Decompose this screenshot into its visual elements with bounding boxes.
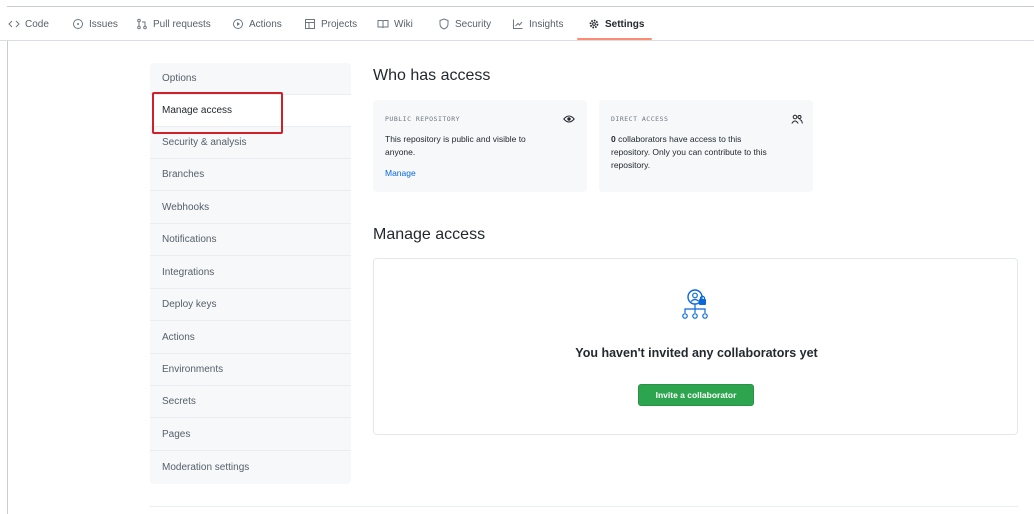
play-icon [232, 18, 244, 30]
tab-wiki-label: Wiki [394, 18, 413, 30]
window-frame-left [7, 6, 8, 514]
eye-icon [563, 111, 575, 129]
sidebar-item-webhooks[interactable]: Webhooks [150, 192, 351, 224]
tab-settings[interactable]: Settings [588, 7, 644, 41]
tab-pull-requests[interactable]: Pull requests [136, 7, 211, 41]
direct-access-label: DIRECT ACCESS [611, 115, 669, 123]
collaborators-lock-icon [677, 287, 717, 332]
direct-access-text-rest: collaborators have access to this [615, 134, 742, 144]
sidebar-item-label: Branches [162, 169, 205, 180]
sidebar-item-moderation-settings[interactable]: Moderation settings [150, 451, 351, 483]
repo-nav: Code Issues Pull requests Actions Projec… [0, 7, 1034, 41]
pull-request-icon [136, 18, 148, 30]
sidebar-item-label: Environments [162, 364, 224, 375]
table-icon [304, 18, 316, 30]
sidebar-item-manage-access[interactable]: Manage access [150, 95, 351, 127]
sidebar-item-secrets[interactable]: Secrets [150, 386, 351, 418]
tab-code-label: Code [25, 18, 49, 30]
direct-access-text-line: repository. Only you can contribute to t… [611, 147, 767, 157]
sidebar-item-label: Pages [162, 429, 191, 440]
sidebar-item-label: Options [162, 73, 197, 84]
sidebar-item-label: Actions [162, 332, 195, 343]
sidebar-item-options[interactable]: Options [150, 63, 351, 95]
selected-tab-underline [577, 38, 652, 40]
people-icon [791, 111, 803, 129]
sidebar-item-branches[interactable]: Branches [150, 159, 351, 191]
sidebar-item-label: Security & analysis [162, 137, 247, 148]
shield-icon [438, 18, 450, 30]
gear-icon [588, 18, 600, 30]
sidebar-item-notifications[interactable]: Notifications [150, 224, 351, 256]
direct-access-text-line: 0 collaborators have access to this [611, 133, 767, 146]
tab-issues[interactable]: Issues [72, 7, 118, 41]
public-repository-text-line: anyone. [385, 147, 416, 157]
tab-projects[interactable]: Projects [304, 7, 357, 41]
manage-access-heading: Manage access [373, 226, 486, 243]
page-bottom-divider [150, 506, 1018, 507]
tab-security[interactable]: Security [438, 7, 491, 41]
sidebar-item-label: Manage access [162, 105, 233, 116]
sidebar-item-label: Deploy keys [162, 299, 217, 310]
direct-access-card: DIRECT ACCESS 0 collaborators have acces… [599, 100, 813, 192]
sidebar-item-integrations[interactable]: Integrations [150, 257, 351, 289]
issue-icon [72, 18, 84, 30]
settings-sidebar: Options Manage access Security & analysi… [150, 63, 351, 484]
tab-insights-label: Insights [529, 18, 564, 30]
tab-actions-label: Actions [249, 18, 282, 30]
sidebar-item-actions[interactable]: Actions [150, 322, 351, 354]
who-has-access-heading: Who has access [373, 67, 491, 84]
empty-state-title: You haven't invited any collaborators ye… [575, 346, 818, 360]
invite-collaborator-button[interactable]: Invite a collaborator [638, 384, 754, 406]
sidebar-item-pages[interactable]: Pages [150, 419, 351, 451]
sidebar-item-environments[interactable]: Environments [150, 354, 351, 386]
tab-insights[interactable]: Insights [512, 7, 563, 41]
code-icon [8, 18, 20, 30]
public-repository-card: PUBLIC REPOSITORY This repository is pub… [373, 100, 587, 192]
tab-wiki[interactable]: Wiki [377, 7, 413, 41]
graph-icon [512, 18, 524, 30]
sidebar-item-label: Notifications [162, 234, 217, 245]
tab-actions[interactable]: Actions [232, 7, 282, 41]
tab-projects-label: Projects [321, 18, 358, 30]
sidebar-item-label: Webhooks [162, 202, 210, 213]
tab-pull-requests-label: Pull requests [153, 18, 211, 30]
tab-code[interactable]: Code [8, 7, 49, 41]
public-repository-text: This repository is public and visible to… [385, 133, 526, 159]
sidebar-item-label: Moderation settings [162, 461, 250, 473]
sidebar-item-security-analysis[interactable]: Security & analysis [150, 127, 351, 159]
tab-settings-label: Settings [605, 18, 645, 30]
sidebar-item-label: Secrets [162, 396, 196, 407]
public-repository-label: PUBLIC REPOSITORY [385, 115, 461, 123]
tab-issues-label: Issues [89, 18, 118, 30]
direct-access-text-line: repository. [611, 160, 651, 170]
public-repository-text-line: This repository is public and visible to [385, 134, 526, 144]
book-icon [377, 18, 389, 30]
direct-access-text: 0 collaborators have access to this repo… [611, 133, 767, 172]
sidebar-item-deploy-keys[interactable]: Deploy keys [150, 289, 351, 321]
tab-security-label: Security [455, 18, 492, 30]
manage-visibility-link[interactable]: Manage [385, 168, 416, 178]
collaborators-empty-state: You haven't invited any collaborators ye… [373, 258, 1018, 435]
sidebar-item-label: Integrations [162, 267, 215, 278]
